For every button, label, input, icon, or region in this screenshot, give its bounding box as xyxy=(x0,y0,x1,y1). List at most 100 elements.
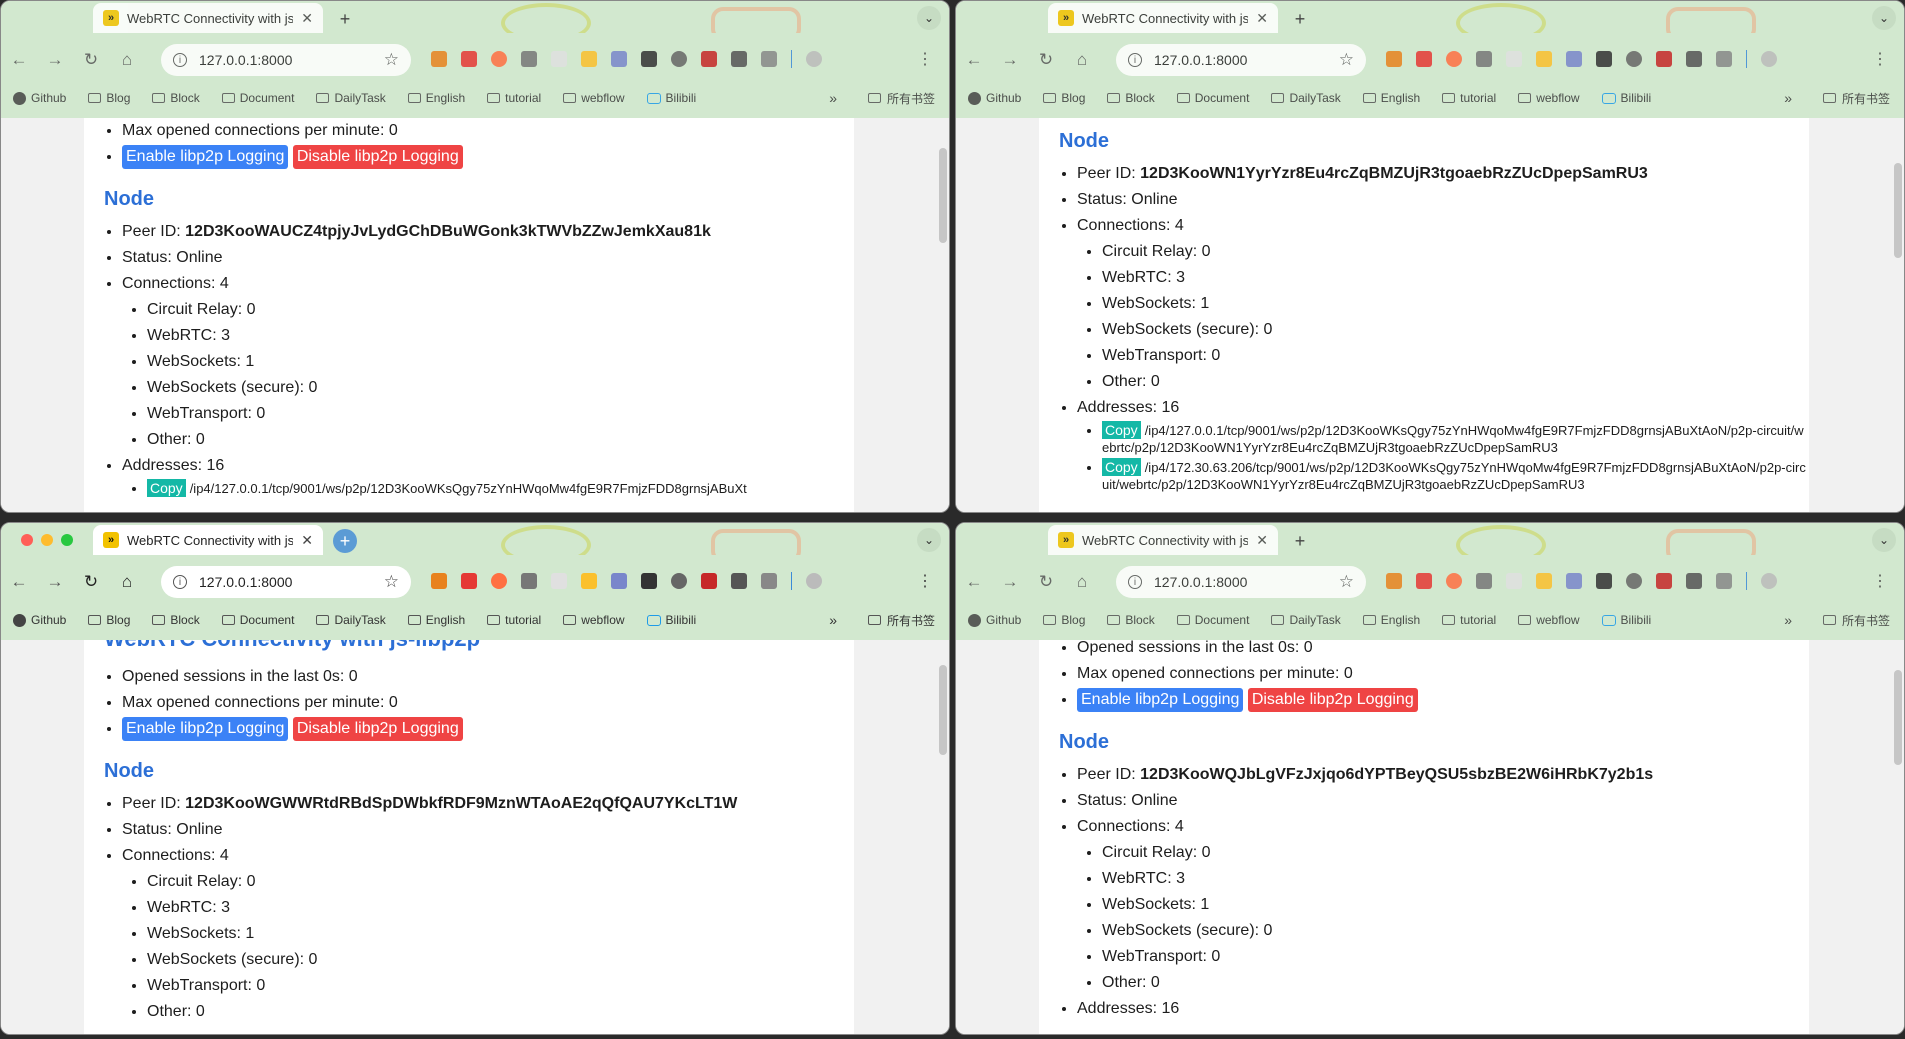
copy-button[interactable]: Copy xyxy=(1102,421,1141,439)
bookmark-github[interactable]: Github xyxy=(13,613,66,627)
vertical-scrollbar[interactable] xyxy=(1894,670,1902,765)
ublock-extension-icon[interactable] xyxy=(701,51,717,67)
tab-webrtc[interactable]: » WebRTC Connectivity with js- ✕ xyxy=(1048,3,1278,33)
menu-kebab-icon[interactable]: ⋮ xyxy=(1872,571,1888,591)
bookmark-english[interactable]: English xyxy=(1362,613,1420,627)
back-icon[interactable]: ← xyxy=(956,572,992,592)
bookmark-block[interactable]: Block xyxy=(1107,91,1155,105)
extension-red-icon[interactable] xyxy=(461,51,477,67)
web-viewport[interactable]: Opened sessions in the last 0s: 0 Max op… xyxy=(956,640,1904,1034)
extension-red-icon[interactable] xyxy=(1416,51,1432,67)
extension-red-icon[interactable] xyxy=(1416,573,1432,589)
tab-webrtc[interactable]: » WebRTC Connectivity with js- ✕ xyxy=(93,3,323,33)
bookmark-webflow[interactable]: webflow xyxy=(1518,91,1580,105)
extension-orange-icon[interactable] xyxy=(1446,573,1462,589)
metamask-extension-icon[interactable] xyxy=(431,51,447,67)
home-icon[interactable]: ⌂ xyxy=(1064,50,1100,70)
extension-grid-icon[interactable] xyxy=(1506,573,1522,589)
bookmark-star-icon[interactable]: ☆ xyxy=(384,50,399,70)
new-tab-button[interactable]: + xyxy=(333,529,357,553)
vertical-scrollbar[interactable] xyxy=(939,665,947,755)
maximize-window-icon[interactable] xyxy=(61,534,73,546)
extension-grid-icon[interactable] xyxy=(551,573,567,589)
bookmarks-overflow-button[interactable]: » xyxy=(1784,87,1792,109)
site-info-icon[interactable]: i xyxy=(1128,575,1142,589)
extension-cube-icon[interactable] xyxy=(1476,573,1492,589)
bookmark-english[interactable]: English xyxy=(1362,91,1420,105)
extensions-puzzle-icon[interactable] xyxy=(761,573,777,589)
extension-grid-icon[interactable] xyxy=(1506,51,1522,67)
bookmark-blog[interactable]: Blog xyxy=(88,613,130,627)
extension-reader-icon[interactable] xyxy=(641,573,657,589)
bookmark-tutorial[interactable]: tutorial xyxy=(1442,613,1496,627)
extension-circle-icon[interactable] xyxy=(671,51,687,67)
bookmark-dailytask[interactable]: DailyTask xyxy=(1271,613,1341,627)
extension-circle-icon[interactable] xyxy=(1626,573,1642,589)
bookmark-block[interactable]: Block xyxy=(152,91,200,105)
all-bookmarks-button[interactable]: 所有书签 xyxy=(1822,609,1890,631)
bookmark-webflow[interactable]: webflow xyxy=(563,91,625,105)
bookmarks-overflow-button[interactable]: » xyxy=(829,87,837,109)
ublock-extension-icon[interactable] xyxy=(1656,573,1672,589)
extension-blue-icon[interactable] xyxy=(611,51,627,67)
bookmark-star-icon[interactable]: ☆ xyxy=(384,572,399,592)
bookmark-webflow[interactable]: webflow xyxy=(1518,613,1580,627)
menu-kebab-icon[interactable]: ⋮ xyxy=(1872,49,1888,69)
vertical-scrollbar[interactable] xyxy=(1894,163,1902,258)
bookmarks-overflow-button[interactable]: » xyxy=(829,609,837,631)
new-tab-button[interactable]: + xyxy=(1288,7,1312,31)
bookmark-document[interactable]: Document xyxy=(1176,613,1249,627)
all-bookmarks-button[interactable]: 所有书签 xyxy=(1822,87,1890,109)
bookmark-bilibili[interactable]: Bilibili xyxy=(1601,91,1651,105)
extension-orange-icon[interactable] xyxy=(491,573,507,589)
bookmark-github[interactable]: Github xyxy=(968,613,1021,627)
close-icon[interactable]: ✕ xyxy=(301,532,313,549)
extension-cube-icon[interactable] xyxy=(521,573,537,589)
all-bookmarks-button[interactable]: 所有书签 xyxy=(867,87,935,109)
enable-logging-button[interactable]: Enable libp2p Logging xyxy=(1077,688,1244,712)
home-icon[interactable]: ⌂ xyxy=(109,572,145,592)
extension-cube-icon[interactable] xyxy=(1476,51,1492,67)
address-bar[interactable]: i 127.0.0.1:8000 ☆ xyxy=(161,44,411,76)
bookmark-dailytask[interactable]: DailyTask xyxy=(316,91,386,105)
bookmark-document[interactable]: Document xyxy=(221,613,294,627)
copy-button[interactable]: Copy xyxy=(147,479,186,497)
bookmark-dailytask[interactable]: DailyTask xyxy=(316,613,386,627)
bookmark-github[interactable]: Github xyxy=(13,91,66,105)
extension-blue-icon[interactable] xyxy=(611,573,627,589)
disable-logging-button[interactable]: Disable libp2p Logging xyxy=(1247,688,1418,712)
extension-blue-icon[interactable] xyxy=(1566,573,1582,589)
bookmark-english[interactable]: English xyxy=(407,613,465,627)
bookmark-document[interactable]: Document xyxy=(1176,91,1249,105)
minimize-window-icon[interactable] xyxy=(41,534,53,546)
extension-orange-icon[interactable] xyxy=(1446,51,1462,67)
close-icon[interactable]: ✕ xyxy=(1256,10,1268,27)
tab-search-chevron-icon[interactable]: ⌄ xyxy=(1872,6,1896,30)
extension-cube-icon[interactable] xyxy=(521,51,537,67)
extension-lightning-icon[interactable] xyxy=(1536,573,1552,589)
bookmark-tutorial[interactable]: tutorial xyxy=(487,91,541,105)
menu-kebab-icon[interactable]: ⋮ xyxy=(917,571,933,591)
bookmark-block[interactable]: Block xyxy=(152,613,200,627)
site-info-icon[interactable]: i xyxy=(173,53,187,67)
address-bar[interactable]: i 127.0.0.1:8000 ☆ xyxy=(1116,44,1366,76)
address-bar[interactable]: i 127.0.0.1:8000 ☆ xyxy=(161,566,411,598)
profile-avatar-icon[interactable] xyxy=(1761,51,1777,67)
extensions-puzzle-icon[interactable] xyxy=(1716,51,1732,67)
disable-logging-button[interactable]: Disable libp2p Logging xyxy=(292,717,463,741)
disable-logging-button[interactable]: Disable libp2p Logging xyxy=(292,145,463,169)
new-tab-button[interactable]: + xyxy=(333,7,357,31)
web-viewport[interactable]: Max opened connections per minute: 0 Ena… xyxy=(1,118,949,512)
reload-icon[interactable]: ↻ xyxy=(73,50,109,70)
extensions-puzzle-icon[interactable] xyxy=(1716,573,1732,589)
site-info-icon[interactable]: i xyxy=(1128,53,1142,67)
back-icon[interactable]: ← xyxy=(956,50,992,70)
extension-red-icon[interactable] xyxy=(461,573,477,589)
tab-search-chevron-icon[interactable]: ⌄ xyxy=(917,6,941,30)
home-icon[interactable]: ⌂ xyxy=(1064,572,1100,592)
bookmark-blog[interactable]: Blog xyxy=(1043,613,1085,627)
metamask-extension-icon[interactable] xyxy=(431,573,447,589)
ublock-extension-icon[interactable] xyxy=(701,573,717,589)
bookmark-bilibili[interactable]: Bilibili xyxy=(646,613,696,627)
forward-icon[interactable]: → xyxy=(37,572,73,592)
